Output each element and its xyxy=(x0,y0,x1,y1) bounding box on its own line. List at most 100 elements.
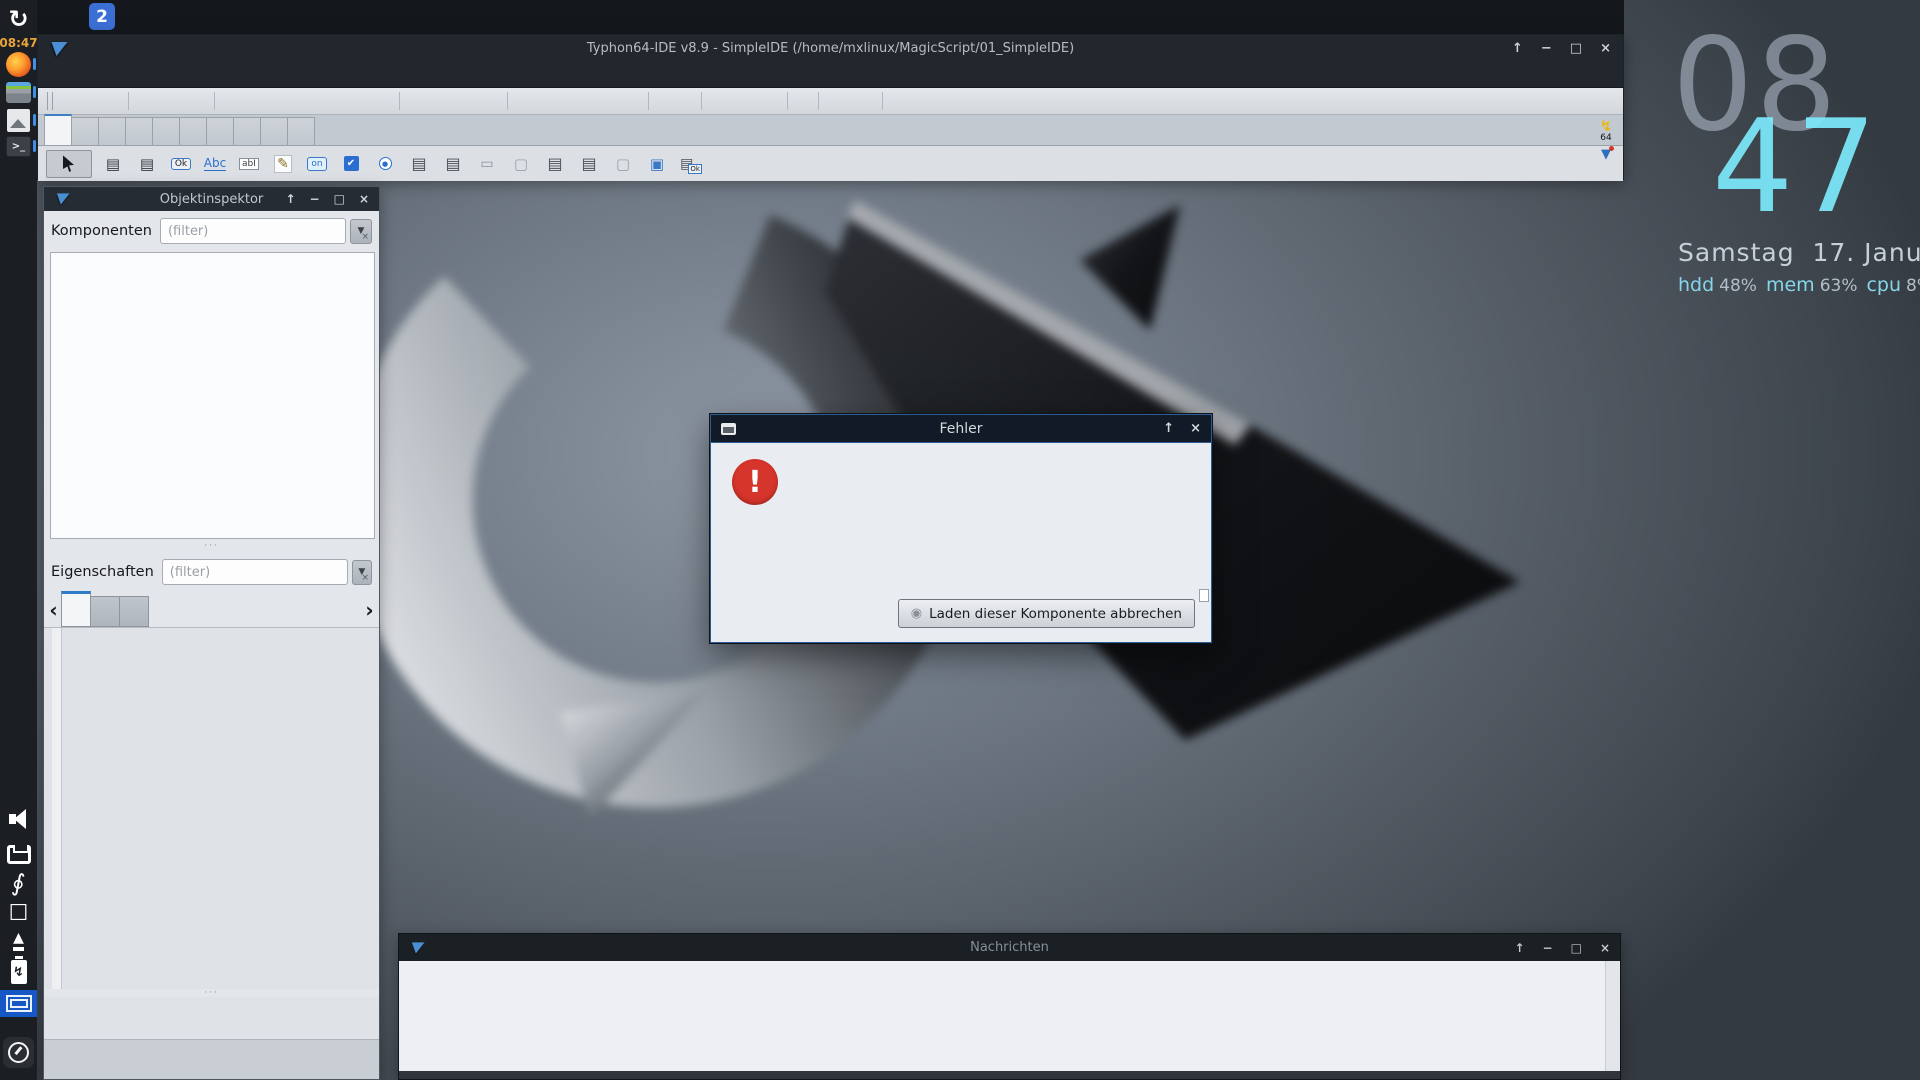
menu-item[interactable] xyxy=(46,62,66,87)
palette-tab[interactable] xyxy=(288,117,315,145)
palette-tab[interactable] xyxy=(180,117,207,145)
inspector-tab[interactable] xyxy=(61,591,91,627)
component-pointer[interactable] xyxy=(46,150,92,178)
inspector-titlebar[interactable]: Objektinspektor ↑ − □ × xyxy=(44,187,379,211)
package-box-icon[interactable]: ☐ xyxy=(0,901,37,925)
messages-list[interactable] xyxy=(399,961,1620,1071)
add-unit-icon[interactable] xyxy=(80,90,102,112)
package-options-icon[interactable] xyxy=(362,90,384,112)
new-unit-icon[interactable] xyxy=(58,90,80,112)
component-edit-icon[interactable]: abI xyxy=(236,151,262,177)
component-combobox-icon[interactable]: ▤ xyxy=(440,151,466,177)
palette-tab[interactable] xyxy=(207,117,234,145)
display-icon[interactable] xyxy=(845,90,867,112)
workspace-badge[interactable]: 2 xyxy=(89,3,115,30)
package-open-icon[interactable] xyxy=(241,90,263,112)
component-panel-icon[interactable]: ▢ xyxy=(610,151,636,177)
dropdown-caret-icon[interactable] xyxy=(867,90,878,112)
splitter-handle[interactable]: ··· xyxy=(44,989,379,997)
splitter-handle[interactable]: ··· xyxy=(44,542,379,550)
menu-item[interactable] xyxy=(266,62,286,87)
find-icon[interactable] xyxy=(534,90,556,112)
component-radiogroup-icon[interactable]: ▤ xyxy=(542,151,568,177)
save-icon[interactable] xyxy=(437,90,459,112)
palette-tab[interactable] xyxy=(72,117,99,145)
tabs-scroll-right-icon[interactable]: › xyxy=(362,593,377,627)
run-file-icon[interactable] xyxy=(953,90,975,112)
dropdown-caret-icon[interactable] xyxy=(263,90,274,112)
palette-tab[interactable] xyxy=(261,117,288,145)
component-groupbox-icon[interactable]: ▢ xyxy=(508,151,534,177)
dropdown-caret-icon[interactable] xyxy=(728,90,739,112)
eject-icon[interactable]: ▲ xyxy=(0,931,37,951)
component-checkbox-icon[interactable]: ✔ xyxy=(338,151,364,177)
maximize-button[interactable]: □ xyxy=(1571,941,1582,955)
rollup-button[interactable]: ↑ xyxy=(1514,941,1524,955)
stop-icon[interactable] xyxy=(1008,90,1030,112)
rollup-button[interactable]: ↑ xyxy=(1512,41,1523,56)
properties-filter-input[interactable] xyxy=(162,559,348,585)
build-save-icon[interactable] xyxy=(739,90,761,112)
palette-scroll-icon[interactable]: ▼ xyxy=(1601,147,1611,162)
ide-titlebar[interactable]: Typhon64-IDE v8.9 - SimpleIDE (/home/mxl… xyxy=(38,35,1623,62)
minimize-button[interactable]: − xyxy=(1543,941,1553,955)
menu-item[interactable] xyxy=(186,62,206,87)
component-scrollbar-icon[interactable]: ▭ xyxy=(474,151,500,177)
open-project-icon[interactable] xyxy=(133,90,155,112)
package-find-icon[interactable] xyxy=(318,90,340,112)
gauge-icon[interactable] xyxy=(0,1034,37,1070)
palette-tab[interactable] xyxy=(234,117,261,145)
component-mainmenu-icon[interactable]: ▤ xyxy=(100,151,126,177)
filter-clear-icon[interactable]: ▼ xyxy=(352,560,372,585)
network-icon[interactable] xyxy=(0,842,37,866)
new-form-icon[interactable] xyxy=(102,90,124,112)
palette-tab[interactable] xyxy=(99,117,126,145)
component-listbox-icon[interactable]: ▤ xyxy=(406,151,432,177)
menu-item[interactable] xyxy=(106,62,126,87)
logout-icon[interactable]: ↻ xyxy=(0,4,37,34)
menu-item[interactable] xyxy=(66,62,86,87)
component-popupmenu-icon[interactable]: ▤ xyxy=(134,151,160,177)
tabs-scroll-left-icon[interactable]: ‹ xyxy=(46,593,61,627)
project-inspector-icon[interactable] xyxy=(188,90,210,112)
save-all-icon[interactable] xyxy=(459,90,481,112)
build-options-icon[interactable] xyxy=(909,90,931,112)
dialog-titlebar[interactable]: Fehler ↑ × xyxy=(711,415,1211,443)
tree-node-icon[interactable] xyxy=(556,90,578,112)
component-memo-icon[interactable]: ✎ xyxy=(270,151,296,177)
debug-icon[interactable] xyxy=(761,90,783,112)
package-save-icon[interactable] xyxy=(274,90,296,112)
components-filter-input[interactable] xyxy=(160,218,346,244)
minimize-button[interactable]: − xyxy=(310,192,320,206)
rollup-button[interactable]: ↑ xyxy=(285,192,295,206)
package-copy-icon[interactable] xyxy=(219,90,241,112)
menu-item[interactable] xyxy=(146,62,166,87)
close-button[interactable]: × xyxy=(1600,941,1610,955)
resize-grip[interactable] xyxy=(1199,589,1209,602)
step-into-icon[interactable] xyxy=(1030,90,1052,112)
menu-item[interactable] xyxy=(206,62,226,87)
edit-source-icon[interactable] xyxy=(512,90,534,112)
maximize-button[interactable]: □ xyxy=(334,192,345,206)
palette-tab[interactable] xyxy=(153,117,180,145)
terminal-icon[interactable]: >_ xyxy=(0,135,37,157)
dropdown-caret-icon[interactable] xyxy=(975,90,986,112)
run-icon[interactable] xyxy=(931,90,953,112)
messages-titlebar[interactable]: Nachrichten ↑ − □ × xyxy=(399,934,1620,961)
cancel-loading-button[interactable]: ◉ Laden dieser Komponente abbrechen xyxy=(898,599,1195,628)
menu-item[interactable] xyxy=(126,62,146,87)
firefox-icon[interactable] xyxy=(0,52,37,76)
inspector-tab[interactable] xyxy=(120,596,149,627)
palette-tab[interactable] xyxy=(126,117,153,145)
menu-item[interactable] xyxy=(246,62,266,87)
menu-item[interactable] xyxy=(226,62,246,87)
panel-switcher-icon[interactable] xyxy=(0,990,37,1017)
dropdown-caret-icon[interactable] xyxy=(177,90,188,112)
component-tree[interactable] xyxy=(50,252,375,539)
menu-item[interactable] xyxy=(166,62,186,87)
battery-icon[interactable]: ↯ xyxy=(0,957,37,987)
component-button-icon[interactable]: Ok xyxy=(168,151,194,177)
component-frame-icon[interactable]: ▣ xyxy=(644,151,670,177)
window-swap-icon[interactable] xyxy=(622,90,644,112)
tools-icon[interactable] xyxy=(823,90,845,112)
